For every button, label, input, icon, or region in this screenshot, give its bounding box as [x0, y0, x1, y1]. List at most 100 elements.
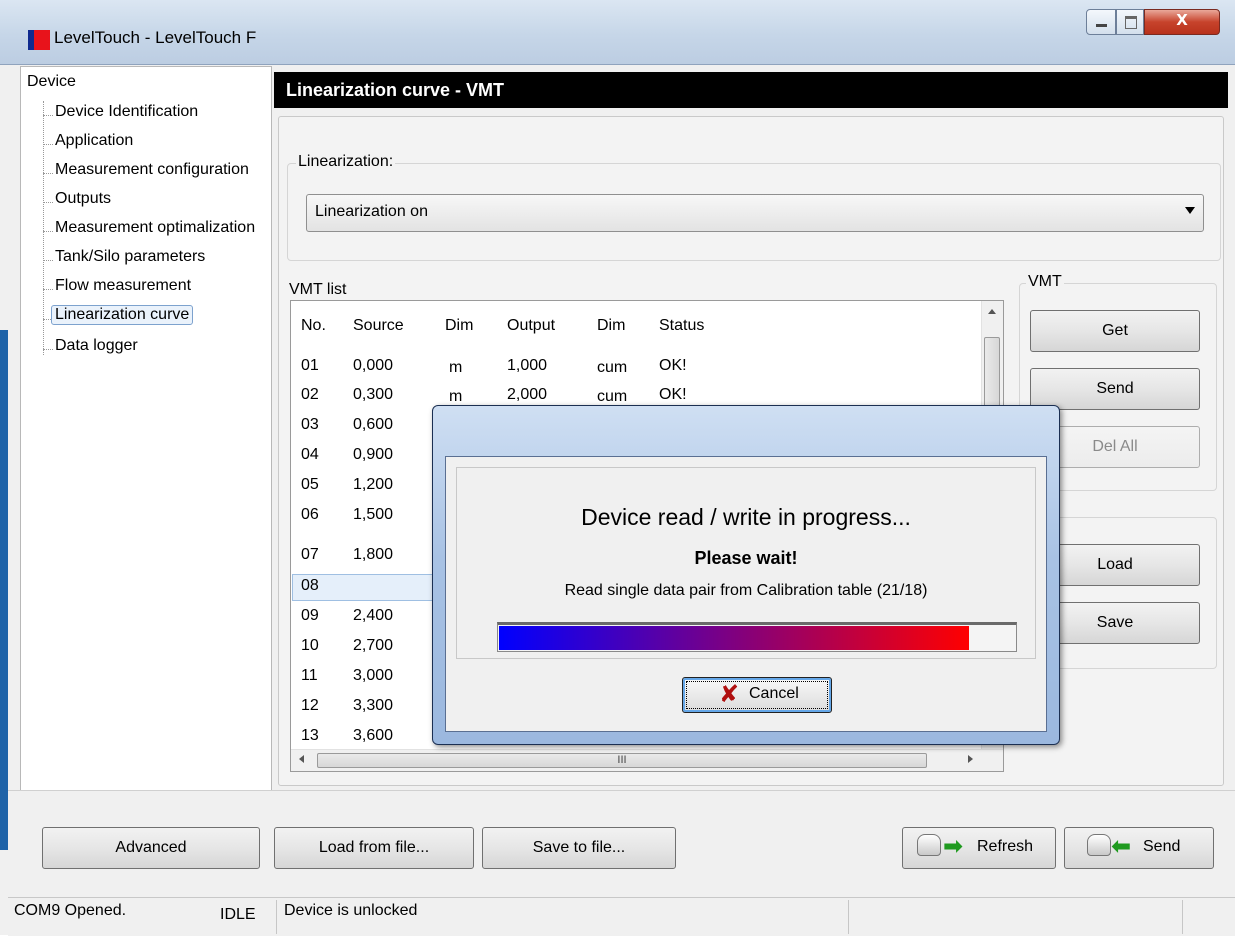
scroll-right-icon[interactable] — [968, 755, 973, 763]
column-header-status[interactable]: Status — [659, 317, 704, 335]
table-cell-source: 3,000 — [353, 667, 394, 684]
column-header-no[interactable]: No. — [301, 317, 326, 335]
status-separator — [848, 900, 849, 934]
device-icon — [917, 834, 941, 856]
tree-branch — [43, 289, 53, 290]
progress-bar — [497, 622, 1017, 652]
column-header-dim2[interactable]: Dim — [597, 317, 625, 335]
minimize-icon — [1096, 24, 1107, 27]
arrow-right-icon: ➡ — [943, 832, 964, 860]
tree-item-tank-silo-parameters[interactable]: Tank/Silo parameters — [55, 248, 205, 266]
linearization-group: Linearization: Linearization on — [287, 153, 1221, 261]
table-cell-source: 3,300 — [353, 697, 394, 714]
progress-message: Read single data pair from Calibration t… — [564, 582, 928, 599]
table-cell-output: 2,000 — [507, 386, 548, 403]
tree-item-application[interactable]: Application — [55, 132, 133, 150]
table-cell-source: 2,700 — [353, 637, 394, 654]
tree-branch — [43, 144, 53, 145]
page-title: Linearization curve - VMT — [274, 72, 1228, 108]
close-button[interactable]: X — [1144, 9, 1220, 35]
window-title: LevelTouch - LevelTouch F — [54, 28, 257, 47]
horizontal-scroll-thumb[interactable]: III — [317, 753, 927, 768]
maximize-button[interactable] — [1116, 9, 1144, 35]
table-cell-source: 0,600 — [353, 416, 394, 433]
send-button[interactable]: ⬅ Send — [1064, 827, 1214, 869]
navigation-tree[interactable]: Device Device Identification Application… — [20, 66, 272, 792]
status-lock: Device is unlocked — [284, 902, 418, 919]
table-cell-source: 2,400 — [353, 607, 394, 624]
tree-root-device[interactable]: Device — [27, 73, 76, 91]
tree-item-data-logger[interactable]: Data logger — [55, 337, 138, 355]
bottom-toolbar: Advanced Load from file... Save to file.… — [8, 790, 1235, 898]
linearization-select[interactable]: Linearization on — [306, 194, 1204, 232]
progress-bar-fill — [499, 626, 969, 650]
vmt-table-header: No. Source Dim Output Dim Status — [291, 301, 981, 347]
load-from-file-button[interactable]: Load from file... — [274, 827, 474, 869]
scroll-up-icon[interactable] — [988, 309, 996, 314]
tree-item-outputs[interactable]: Outputs — [55, 190, 111, 208]
arrow-left-icon: ⬅ — [1111, 832, 1132, 860]
table-cell-no: 01 — [301, 357, 319, 374]
tree-item-measurement-configuration[interactable]: Measurement configuration — [55, 161, 249, 179]
tree-item-linearization-curve[interactable]: Linearization curve — [51, 305, 194, 325]
tree-branch — [43, 115, 53, 116]
cancel-icon: ✘ — [719, 680, 740, 708]
tree-branch — [43, 231, 53, 232]
table-cell-status: OK! — [659, 357, 687, 374]
progress-dialog-body: Device read / write in progress... Pleas… — [445, 456, 1047, 732]
column-header-source[interactable]: Source — [353, 317, 404, 335]
status-separator — [276, 900, 277, 934]
maximize-icon — [1125, 16, 1137, 29]
minimize-button[interactable] — [1086, 9, 1116, 35]
refresh-button[interactable]: ➡ Refresh — [902, 827, 1056, 869]
window-edge — [0, 330, 8, 850]
title-bar[interactable]: LevelTouch - LevelTouch F X — [0, 0, 1235, 65]
table-cell-source: 1,200 — [353, 476, 394, 493]
tree-item-device-identification[interactable]: Device Identification — [55, 103, 198, 121]
close-icon: X — [1176, 11, 1188, 29]
linearization-label: Linearization: — [296, 153, 396, 171]
table-cell-no: 06 — [301, 506, 319, 523]
tree-item-flow-measurement[interactable]: Flow measurement — [55, 277, 191, 295]
column-header-dim[interactable]: Dim — [445, 317, 473, 335]
please-wait-text: Please wait! — [694, 548, 798, 568]
table-cell-no: 04 — [301, 446, 319, 463]
table-cell-no: 11 — [301, 667, 318, 684]
table-cell-no: 05 — [301, 476, 319, 493]
progress-dialog: Device read / write in progress... Pleas… — [432, 405, 1060, 745]
get-button[interactable]: Get — [1030, 310, 1200, 352]
horizontal-scrollbar[interactable]: III — [291, 749, 1003, 771]
tree-item-measurement-optimalization[interactable]: Measurement optimalization — [55, 219, 255, 237]
send-label: Send — [1143, 838, 1181, 855]
table-cell-no: 12 — [301, 697, 319, 714]
table-cell-no: 03 — [301, 416, 319, 433]
status-com: COM9 Opened. — [14, 902, 127, 919]
table-cell-status: OK! — [659, 386, 687, 403]
device-icon — [1087, 834, 1111, 856]
status-separator — [1182, 900, 1183, 934]
table-cell-output: 1,000 — [507, 357, 548, 374]
chevron-down-icon — [1185, 207, 1195, 214]
table-cell-source: 1,800 — [353, 546, 394, 563]
vmt-send-button[interactable]: Send — [1030, 368, 1200, 410]
table-cell-dim2: cum — [597, 388, 628, 405]
table-cell-source: 0,900 — [353, 446, 394, 463]
advanced-button[interactable]: Advanced — [42, 827, 260, 869]
column-header-output[interactable]: Output — [507, 317, 555, 335]
status-bar: COM9 Opened. IDLE Device is unlocked — [8, 897, 1235, 936]
tree-branch — [43, 173, 53, 174]
table-cell-no: 13 — [301, 727, 319, 744]
table-cell-source: 0,000 — [353, 357, 394, 374]
status-state: IDLE — [220, 906, 256, 923]
save-to-file-button[interactable]: Save to file... — [482, 827, 676, 869]
table-cell-no: 09 — [301, 607, 319, 624]
main-window: LevelTouch - LevelTouch F X Device Devic… — [0, 0, 1235, 936]
tree-connector — [43, 101, 44, 355]
tree-branch — [43, 260, 53, 261]
table-cell-no: 08 — [301, 577, 319, 594]
scroll-left-icon[interactable] — [299, 755, 304, 763]
table-cell-source: 1,500 — [353, 506, 394, 523]
tree-branch — [43, 202, 53, 203]
cancel-label: Cancel — [749, 685, 799, 702]
cancel-button[interactable]: ✘ Cancel — [682, 677, 832, 713]
